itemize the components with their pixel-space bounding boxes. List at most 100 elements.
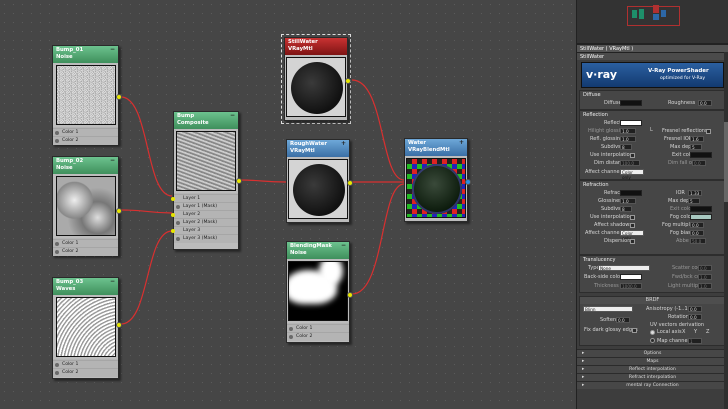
output-port[interactable] [116,208,122,214]
thickness-input[interactable]: 1000.0 [620,283,642,289]
fog-bias-input[interactable]: 0.0 [690,230,704,236]
interp-checkbox[interactable] [630,215,635,220]
collapse-icon[interactable]: − [110,157,115,164]
map-channel-input[interactable]: 1 [688,338,702,344]
output-port[interactable] [347,292,353,298]
scatter-input[interactable]: 0.0 [698,265,712,271]
fog-mult-input[interactable]: 0.0 [690,222,704,228]
refl-gloss-input[interactable]: 1.0 [620,136,636,142]
node-bump-composite[interactable]: Bump Composite − Layer 1 Layer 1 (Mask) La… [171,111,242,250]
hilight-input[interactable]: 1.0 [620,128,636,134]
collapse-icon[interactable]: − [110,46,115,53]
output-port[interactable] [465,179,471,185]
node-bump02[interactable]: Bump_02 Noise − Color 1 Color 2 [52,156,122,256]
slot-color2[interactable]: Color 2 [287,332,349,340]
slot-layer3[interactable]: Layer 3 [171,226,238,234]
ior-input[interactable]: 1.33 [688,190,702,196]
slot-color2[interactable]: Color 2 [53,368,118,376]
max-depth-input[interactable]: 5 [690,144,702,150]
axis-x[interactable]: X [682,329,685,335]
axis-z[interactable]: Z [706,329,709,335]
exit-color-swatch[interactable] [690,152,712,158]
slot-color2[interactable]: Color 2 [53,247,118,255]
local-axis-label: Local axis [657,329,682,335]
section-header: Translucency [583,257,616,263]
rollout-refract-interp[interactable]: Refract interpolation [577,373,728,382]
local-axis-radio[interactable] [650,330,655,335]
back-color-swatch[interactable] [620,274,642,280]
slot-layer1-mask[interactable]: Layer 1 (Mask) [174,202,238,210]
node-roughwater[interactable]: RoughWater VRayMtl + [286,139,353,223]
abbe-input[interactable]: 50.0 [690,238,706,244]
slot-color1[interactable]: Color 1 [53,239,118,247]
glossiness-input[interactable]: 1.0 [620,198,636,204]
fwdbck-input[interactable]: 1.0 [698,274,712,280]
collapse-icon[interactable]: − [230,112,235,119]
scrollbar-thumb[interactable] [724,122,728,202]
collapse-icon[interactable]: − [341,242,346,249]
slot-layer2[interactable]: Layer 2 [171,210,238,218]
node-editor-canvas[interactable]: Bump_01 Noise − Color 1 Color 2 Bump_02 Noi… [0,0,574,409]
brdf-type-dropdown[interactable]: Blinn [583,306,633,312]
diffuse-swatch[interactable] [620,100,642,106]
composite-preview [176,131,236,191]
node-stillwater[interactable]: StillWater VRayMtl [284,37,351,121]
slot-color1[interactable]: Color 1 [53,128,118,136]
rotation-input[interactable]: 0.0 [688,314,702,320]
subdivs-label: Subdivs [601,206,621,212]
reflect-swatch[interactable] [620,120,642,126]
slot-color1[interactable]: Color 1 [287,324,349,332]
slot-layer2-mask[interactable]: Layer 2 (Mask) [174,218,238,226]
roughness-input[interactable]: 0.0 [698,100,712,106]
rollout-maps[interactable]: Maps [577,357,728,366]
node-blendingmask[interactable]: BlendingMask Noise − Color 1 Color 2 [286,241,353,343]
slot-layer3-mask[interactable]: Layer 3 (Mask) [174,234,238,242]
navigator[interactable] [577,0,728,44]
rollout-reflect-interp[interactable]: Reflect interpolation [577,365,728,374]
dark-edges-checkbox[interactable] [632,328,637,333]
lock-icon[interactable]: L [650,127,653,133]
dispersion-checkbox[interactable] [630,239,635,244]
uv-derivation-label: UV vectors derivation [650,322,705,328]
soften-input[interactable]: 0.0 [616,317,630,323]
node-water-blend[interactable]: Water VRayBlendMtl + [404,138,471,222]
subdivs-input[interactable]: 8 [620,144,632,150]
panel-scrollbar[interactable] [724,52,728,409]
interp-checkbox[interactable] [630,153,635,158]
output-port[interactable] [236,178,242,184]
output-port[interactable] [116,94,122,100]
translucency-type-dropdown[interactable]: None [598,265,650,271]
dim-falloff-input[interactable]: 0.0 [692,160,706,166]
collapse-icon[interactable]: − [110,278,115,285]
affect-channels-dropdown[interactable]: Color only [620,230,644,241]
vray-tagline: optimized for V-Ray [660,76,706,81]
fresnel-ior-input[interactable]: 1.6 [690,136,704,142]
rollout-mental-ray[interactable]: mental ray Connection [577,381,728,390]
exit-color-swatch[interactable] [690,206,712,212]
rollout-options[interactable]: Options [577,349,728,358]
expand-icon[interactable]: + [341,140,346,147]
max-depth-input[interactable]: 5 [688,198,700,204]
node-bump01[interactable]: Bump_01 Noise − Color 1 Color 2 [52,45,122,145]
fog-color-swatch[interactable] [690,214,712,220]
node-bump03[interactable]: Bump_03 Waves − Color 1 Color 2 [52,277,122,379]
affect-channels-dropdown[interactable]: Color only [620,169,644,180]
brdf-section: BRDF Blinn Anisotropy (-1..1) 0.0 Rotati… [579,296,726,346]
fresnel-checkbox[interactable] [706,129,711,134]
dim-distance-input[interactable]: 100.0 [620,160,640,166]
map-channel-radio[interactable] [650,338,655,343]
light-mult-input[interactable]: 1.0 [698,283,712,289]
output-port[interactable] [347,180,353,186]
subdivs-input[interactable]: 8 [620,206,632,212]
output-port[interactable] [116,322,122,328]
expand-icon[interactable]: + [459,139,464,146]
output-port[interactable] [345,78,351,84]
anisotropy-input[interactable]: 0.0 [688,306,702,312]
affect-shadows-checkbox[interactable] [630,223,635,228]
interp-label: Use interpolation [590,214,633,220]
axis-y[interactable]: Y [694,329,697,335]
slot-layer1[interactable]: Layer 1 [171,194,238,202]
refract-swatch[interactable] [620,190,642,196]
slot-color1[interactable]: Color 1 [53,360,118,368]
slot-color2[interactable]: Color 2 [53,136,118,144]
